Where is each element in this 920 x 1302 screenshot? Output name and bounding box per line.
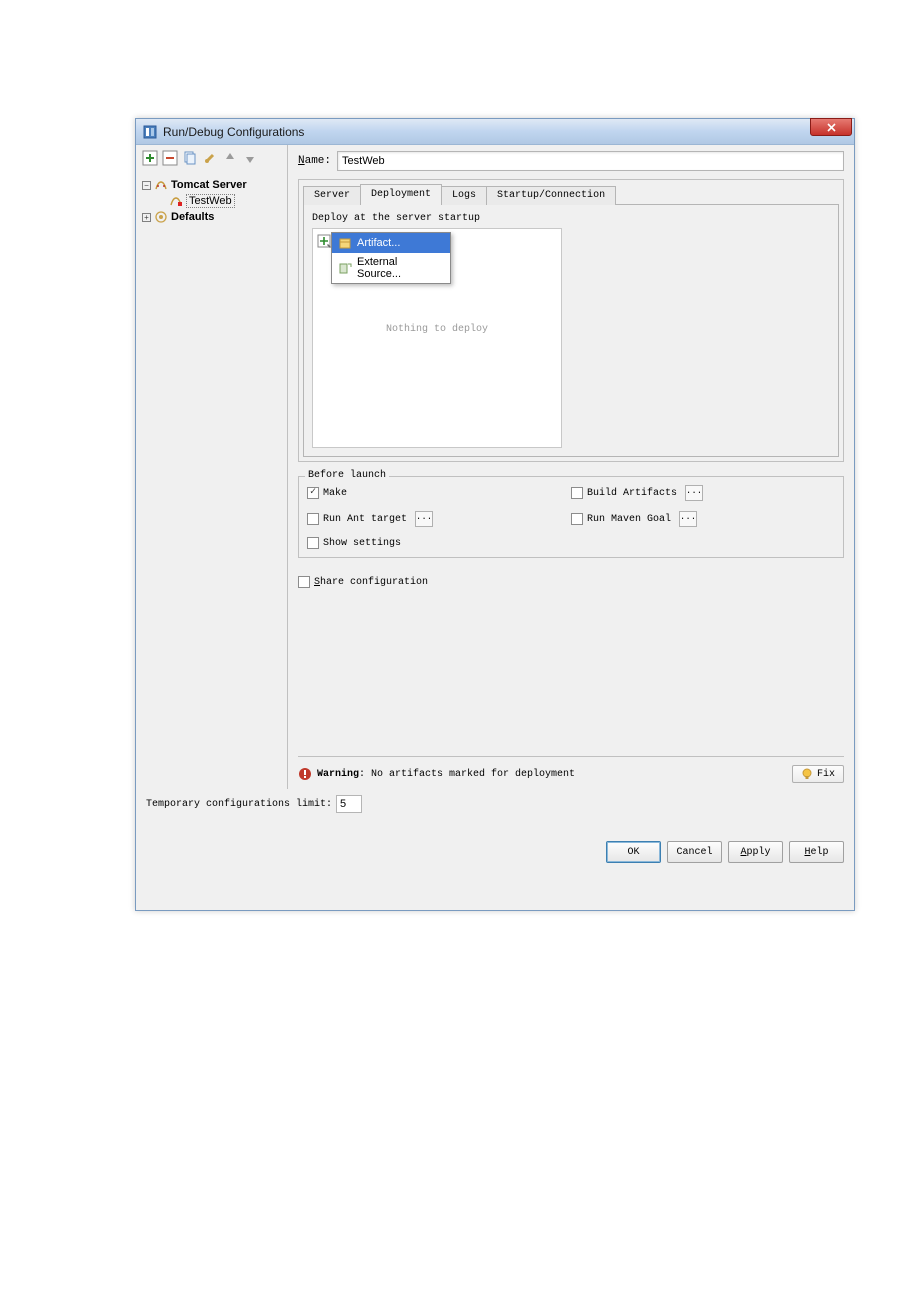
- deploy-caption: Deploy at the server startup: [312, 213, 830, 224]
- checkbox-make[interactable]: Make: [307, 485, 571, 501]
- checkbox-label: Run Maven Goal: [587, 514, 671, 525]
- external-source-icon: [338, 261, 352, 275]
- tomcat-local-icon: [169, 194, 183, 208]
- titlebar: Run/Debug Configurations: [136, 119, 854, 145]
- fix-label: Fix: [817, 769, 835, 780]
- tree-label: Tomcat Server: [171, 179, 247, 191]
- checkbox-share-configuration[interactable]: Share configuration: [298, 576, 844, 588]
- checkbox-label: Build Artifacts: [587, 488, 677, 499]
- defaults-icon: [154, 210, 168, 224]
- tree-node-tomcat[interactable]: − Tomcat Server: [142, 177, 283, 193]
- menu-item-artifact[interactable]: Artifact...: [332, 233, 450, 253]
- checkbox-icon[interactable]: [571, 513, 583, 525]
- menu-item-label: External Source...: [357, 256, 444, 280]
- tabs: Server Deployment Logs Startup/Connectio…: [303, 184, 839, 205]
- name-row: Name:: [298, 151, 844, 171]
- checkbox-icon[interactable]: [307, 537, 319, 549]
- right-panel: Name: Server Deployment Logs Startup/Con…: [288, 145, 854, 789]
- tab-logs[interactable]: Logs: [441, 186, 487, 205]
- copy-icon[interactable]: [182, 150, 198, 166]
- checkbox-icon[interactable]: [307, 487, 319, 499]
- settings-icon[interactable]: [202, 150, 218, 166]
- window-title: Run/Debug Configurations: [163, 125, 304, 139]
- temp-limit-label: Temporary configurations limit:: [146, 799, 332, 810]
- before-launch-legend: Before launch: [305, 470, 389, 481]
- tab-deployment[interactable]: Deployment: [360, 184, 442, 205]
- checkbox-label: Show settings: [323, 538, 401, 549]
- checkbox-icon[interactable]: [307, 513, 319, 525]
- menu-item-external-source[interactable]: External Source...: [332, 253, 450, 283]
- warning-icon: [298, 767, 312, 781]
- move-down-icon[interactable]: [242, 150, 258, 166]
- bulb-icon: [801, 768, 813, 780]
- add-icon[interactable]: [142, 150, 158, 166]
- ellipsis-button[interactable]: ···: [685, 485, 703, 501]
- move-up-icon[interactable]: [222, 150, 238, 166]
- dialog-buttons: OK Cancel Apply Help: [146, 841, 844, 863]
- ellipsis-button[interactable]: ···: [415, 511, 433, 527]
- app-icon: [142, 124, 158, 140]
- remove-icon[interactable]: [162, 150, 178, 166]
- tree-label: TestWeb: [186, 194, 235, 208]
- tab-startup-connection[interactable]: Startup/Connection: [486, 186, 616, 205]
- apply-button[interactable]: Apply: [728, 841, 783, 863]
- tomcat-icon: [154, 178, 168, 192]
- temp-limit-input[interactable]: [336, 795, 362, 813]
- name-label: Name:: [298, 155, 331, 167]
- before-launch-group: Before launch Make Build Artifacts ··· R…: [298, 476, 844, 558]
- expander-icon[interactable]: −: [142, 181, 151, 190]
- checkbox-show-settings[interactable]: Show settings: [307, 537, 571, 549]
- deploy-list: Artifact... External Source... Nothing t…: [312, 228, 562, 448]
- checkbox-build-artifacts[interactable]: Build Artifacts ···: [571, 485, 835, 501]
- deploy-placeholder: Nothing to deploy: [313, 324, 561, 335]
- help-button[interactable]: Help: [789, 841, 844, 863]
- sidebar: − Tomcat Server TestWeb + Defaults: [136, 145, 288, 789]
- checkbox-label: Share configuration: [314, 577, 428, 588]
- config-tree: − Tomcat Server TestWeb + Defaults: [136, 171, 287, 229]
- add-deploy-menu: Artifact... External Source...: [331, 232, 451, 284]
- menu-item-label: Artifact...: [357, 237, 400, 249]
- tree-node-defaults[interactable]: + Defaults: [142, 209, 283, 225]
- tab-server[interactable]: Server: [303, 186, 361, 205]
- ellipsis-button[interactable]: ···: [679, 511, 697, 527]
- checkbox-label: Run Ant target: [323, 514, 407, 525]
- tree-label: Defaults: [171, 211, 214, 223]
- tree-node-testweb[interactable]: TestWeb: [142, 193, 283, 209]
- checkbox-icon[interactable]: [571, 487, 583, 499]
- artifact-icon: [338, 236, 352, 250]
- sidebar-toolbar: [136, 145, 287, 171]
- warning-text: Warning: No artifacts marked for deploym…: [317, 769, 575, 780]
- close-button[interactable]: [810, 118, 852, 136]
- cancel-button[interactable]: Cancel: [667, 841, 722, 863]
- checkbox-label: Make: [323, 488, 347, 499]
- checkbox-icon[interactable]: [298, 576, 310, 588]
- warning-row: Warning: No artifacts marked for deploym…: [298, 756, 844, 783]
- expander-icon[interactable]: +: [142, 213, 151, 222]
- tab-body-deployment: Deploy at the server startup Artifact...: [303, 204, 839, 457]
- footer: Temporary configurations limit: OK Cance…: [136, 789, 854, 873]
- checkbox-run-maven[interactable]: Run Maven Goal ···: [571, 511, 835, 527]
- temp-limit-row: Temporary configurations limit:: [146, 795, 844, 813]
- ok-button[interactable]: OK: [606, 841, 661, 863]
- checkbox-run-ant[interactable]: Run Ant target ···: [307, 511, 571, 527]
- tab-group: Server Deployment Logs Startup/Connectio…: [298, 179, 844, 462]
- fix-button[interactable]: Fix: [792, 765, 844, 783]
- name-input[interactable]: [337, 151, 844, 171]
- run-debug-configurations-dialog: Run/Debug Configurations − Tomcat Server: [135, 118, 855, 911]
